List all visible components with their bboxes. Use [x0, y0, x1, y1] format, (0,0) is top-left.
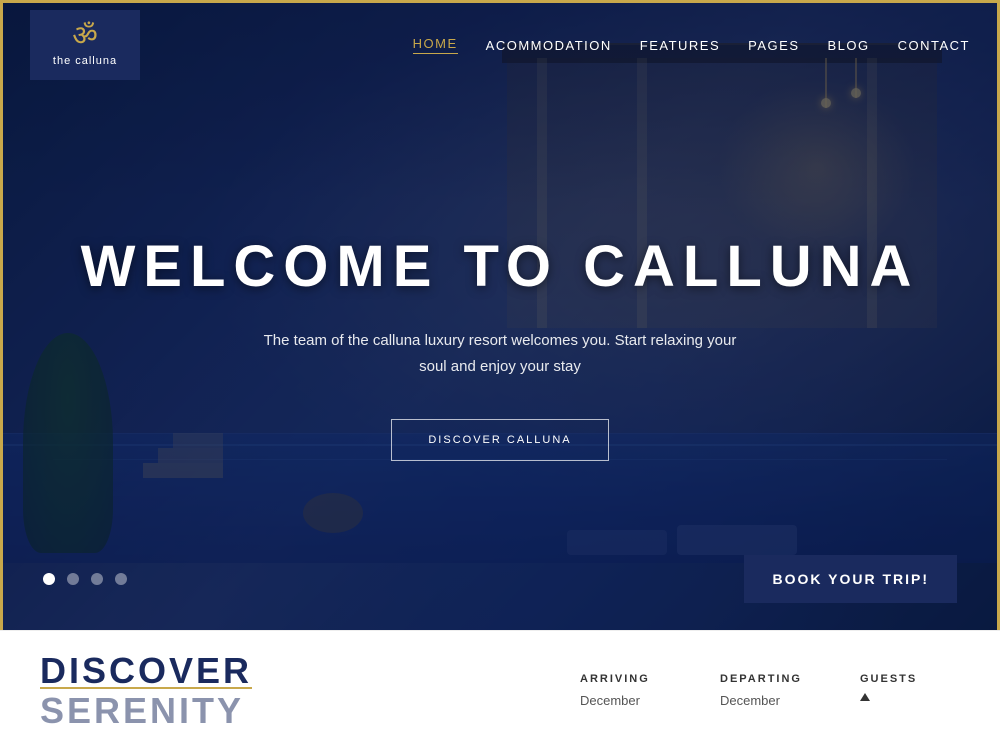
slider-dot-2[interactable] [67, 573, 79, 585]
slider-controls: BOOK YOUR TRIP! [3, 555, 997, 603]
discover-title-line1: DISCOVER [40, 651, 390, 691]
bottom-section: DISCOVER SERENITY ARRIVING December DEPA… [0, 630, 1000, 750]
discover-text: DISCOVER SERENITY [40, 651, 390, 730]
departing-label: DEPARTING [720, 673, 820, 685]
slider-dots [43, 573, 127, 585]
departing-field: DEPARTING December [720, 673, 820, 708]
logo-symbol: ॐ [72, 23, 98, 51]
guests-field: GUESTS [860, 673, 960, 701]
guests-arrow-up [860, 693, 870, 701]
nav-item-contact[interactable]: CONTACT [898, 38, 970, 53]
departing-value[interactable]: December [720, 693, 820, 708]
book-trip-button[interactable]: BOOK YOUR TRIP! [744, 555, 957, 603]
slider-dot-3[interactable] [91, 573, 103, 585]
discover-button[interactable]: DISCOVER CALLUNA [391, 419, 608, 461]
nav-item-blog[interactable]: BLOG [828, 38, 870, 53]
discover-title-line2: SERENITY [40, 691, 390, 731]
logo-text: the calluna [53, 55, 117, 67]
arriving-field: ARRIVING December [580, 673, 680, 708]
nav-item-home[interactable]: HOME [413, 36, 458, 54]
hero-content: WELCOME TO CALLUNA The team of the callu… [3, 3, 997, 633]
logo[interactable]: ॐ the calluna [30, 10, 140, 80]
guests-value[interactable] [860, 693, 960, 701]
hero-title: WELCOME TO CALLUNA [81, 235, 920, 299]
header: ॐ the calluna HOME ACOMMODATION FEATURES… [0, 0, 1000, 90]
booking-fields: ARRIVING December DEPARTING December GUE… [390, 673, 960, 708]
hero-subtitle: The team of the calluna luxury resort we… [260, 328, 740, 379]
arriving-value[interactable]: December [580, 693, 680, 708]
nav-item-accommodation[interactable]: ACOMMODATION [486, 38, 612, 53]
arriving-label: ARRIVING [580, 673, 680, 685]
slider-dot-1[interactable] [43, 573, 55, 585]
guests-label: GUESTS [860, 673, 960, 685]
nav-item-features[interactable]: FEATURES [640, 38, 720, 53]
slider-dot-4[interactable] [115, 573, 127, 585]
main-nav: HOME ACOMMODATION FEATURES PAGES BLOG CO… [413, 36, 970, 54]
nav-item-pages[interactable]: PAGES [748, 38, 799, 53]
hero-section: WELCOME TO CALLUNA The team of the callu… [3, 3, 997, 633]
